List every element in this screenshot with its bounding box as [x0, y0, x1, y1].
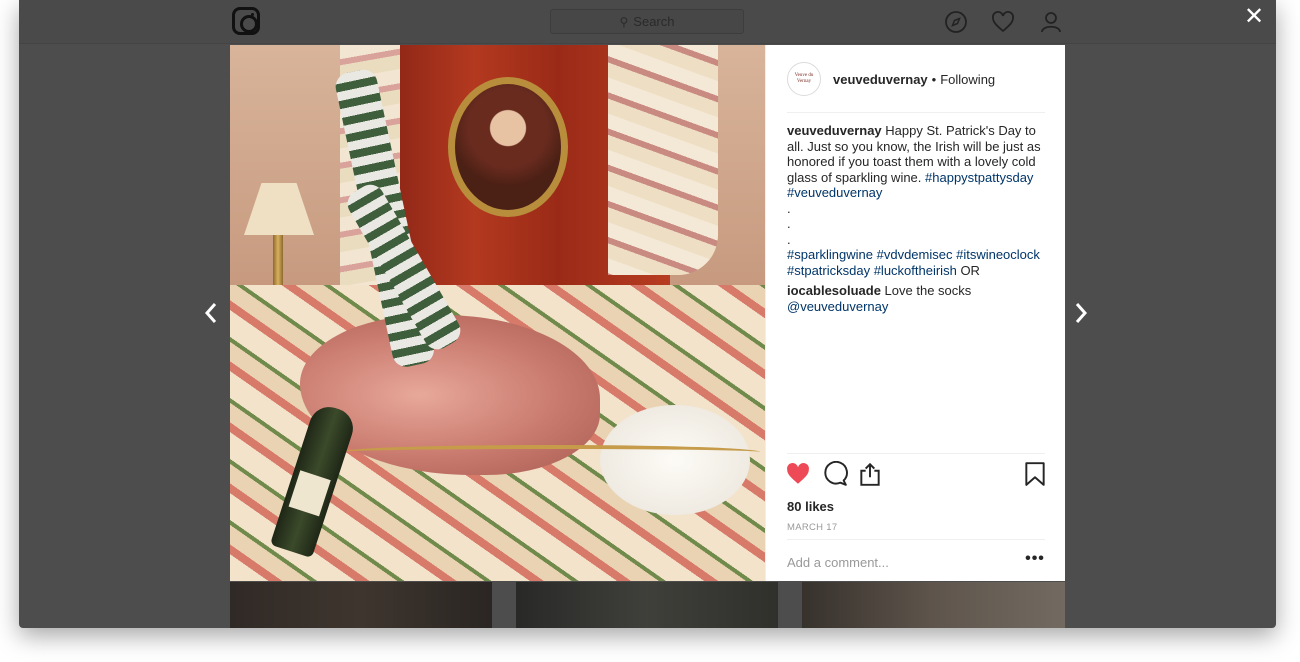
likes-label: likes [805, 499, 835, 514]
thumbnail-image[interactable] [802, 582, 1065, 628]
post-actions: 80 likes MARCH 17 ••• [766, 453, 1066, 581]
likes-count[interactable]: 80 likes [787, 499, 834, 514]
caption-dot: . [787, 216, 791, 231]
instagram-logo-icon[interactable] [232, 7, 260, 35]
mention-link[interactable]: @veuveduvernay [787, 299, 1047, 315]
post-modal: Veuve du Vernay veuveduvernay • Followin… [230, 45, 1065, 581]
add-comment-section: ••• [787, 539, 1045, 581]
hashtag-link[interactable]: #happystpattysday [925, 170, 1033, 185]
comment-icon[interactable] [822, 461, 848, 487]
comment-text: Love the socks [884, 283, 972, 298]
caption-username[interactable]: veuveduvernay [787, 123, 882, 138]
post-date[interactable]: MARCH 17 [787, 522, 837, 533]
search-icon: ⚲ [619, 15, 629, 29]
bookmark-icon[interactable] [1022, 461, 1048, 487]
close-icon[interactable]: ✕ [1242, 3, 1266, 31]
search-input[interactable]: ⚲ Search [550, 9, 744, 34]
separator-dot: • [931, 71, 937, 87]
comments-list: veuveduvernay Happy St. Patrick's Day to… [787, 123, 1047, 319]
caption-dot: . [787, 231, 791, 247]
hashtag-link[interactable]: #veuveduvernay [787, 185, 1047, 201]
caption-dot: . [787, 200, 791, 216]
post-photo[interactable] [230, 45, 765, 581]
comment-item: iocablesoluade Love the socks @veuveduve… [787, 283, 1047, 314]
hashtag-link[interactable]: #sparklingwine #vdvdemisec #itswineocloc… [787, 247, 1047, 263]
search-placeholder: Search [633, 14, 675, 29]
heart-filled-icon[interactable] [785, 461, 811, 487]
comment-input[interactable] [787, 552, 1007, 572]
thumbnail-image[interactable] [516, 582, 778, 628]
hashtag-link[interactable]: #stpatricksday #luckoftheirish [787, 263, 957, 278]
comment-username[interactable]: iocablesoluade [787, 283, 881, 298]
top-navigation: ⚲ Search [19, 0, 1276, 44]
caption: veuveduvernay Happy St. Patrick's Day to… [787, 123, 1047, 278]
lightbox-overlay: ⚲ Search ✕ Veuve du Vernay veuveduvernay… [19, 0, 1276, 628]
compass-icon[interactable] [944, 10, 968, 34]
chevron-right-icon[interactable] [1071, 298, 1091, 328]
post-sidebar: Veuve du Vernay veuveduvernay • Followin… [765, 45, 1065, 581]
following-button[interactable]: Following [940, 72, 995, 87]
thumbnail-image[interactable] [230, 582, 492, 628]
caption-tail: OR [960, 262, 980, 278]
chevron-left-icon[interactable] [201, 298, 221, 328]
more-options-icon[interactable]: ••• [1025, 551, 1045, 572]
avatar[interactable]: Veuve du Vernay [787, 62, 821, 96]
heart-icon[interactable] [991, 10, 1015, 34]
post-header: Veuve du Vernay veuveduvernay • Followin… [766, 45, 1066, 113]
likes-number: 80 [787, 499, 802, 514]
post-username[interactable]: veuveduvernay [833, 72, 928, 87]
user-icon[interactable] [1039, 10, 1063, 34]
share-icon[interactable] [857, 461, 883, 487]
